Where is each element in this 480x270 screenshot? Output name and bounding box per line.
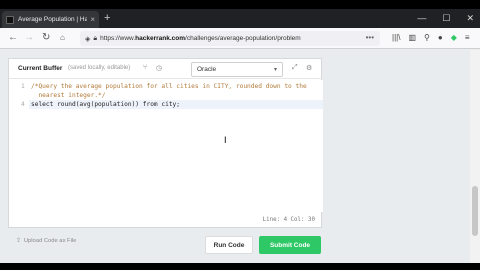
text-cursor-icon: I xyxy=(224,135,227,145)
fullscreen-icon[interactable]: ⤢ xyxy=(292,64,298,72)
shield-icon[interactable]: ◈ xyxy=(85,35,90,43)
buffer-title: Current Buffer xyxy=(18,65,63,72)
maximize-icon[interactable]: ☐ xyxy=(442,12,450,24)
page-actions-icon[interactable]: ••• xyxy=(366,33,374,42)
code-line[interactable]: nearest integer.*/ xyxy=(31,92,105,99)
line-number-gutter: 1 4 xyxy=(9,80,29,212)
forward-arrow-icon[interactable]: → xyxy=(24,32,34,44)
home-icon[interactable]: ⌂ xyxy=(60,32,65,44)
sidebar-icon[interactable]: ▥ xyxy=(408,33,416,43)
history-icon[interactable]: ◷ xyxy=(156,64,162,72)
extension-icon[interactable]: ⚲ xyxy=(424,33,430,43)
lock-icon[interactable]: 🔒︎ xyxy=(93,35,97,43)
buffer-subtitle: (saved locally, editable) xyxy=(68,65,131,71)
code-line[interactable]: select round(avg(population)) from city; xyxy=(31,101,180,108)
reload-icon[interactable]: ↻ xyxy=(42,32,50,44)
browser-toolbar: |||\ ▥ ⚲ ● ◆ ≡ xyxy=(392,33,470,43)
navigation-bar: ← → ↻ ⌂ ◈ 🔒︎ https://www.hackerrank.com/… xyxy=(0,28,480,49)
tab-close-icon[interactable]: × xyxy=(90,15,95,24)
upload-code-link[interactable]: ⇪ Upload Code as File xyxy=(16,238,76,244)
browser-window: Average Population | HackerR × + — ☐ ✕ ←… xyxy=(0,9,480,263)
cursor-position-status: Line: 4 Col: 30 xyxy=(262,217,315,223)
grammar-extension-icon[interactable]: ● xyxy=(438,33,443,43)
language-value: Oracle xyxy=(197,66,217,73)
run-code-button[interactable]: Run Code xyxy=(205,236,253,254)
tab-title: Average Population | HackerR xyxy=(18,16,88,23)
line-number: 4 xyxy=(21,101,25,108)
code-editor[interactable]: 1 4 /*Query the average population for a… xyxy=(9,80,323,212)
chevron-down-icon: ▾ xyxy=(273,67,277,73)
upload-icon: ⇪ xyxy=(16,238,21,244)
code-line[interactable]: /*Query the average population for all c… xyxy=(31,83,307,90)
language-select[interactable]: Oracle ▾ xyxy=(191,62,283,77)
submit-code-button[interactable]: Submit Code xyxy=(259,236,321,254)
tab-bar: Average Population | HackerR × + — ☐ ✕ xyxy=(0,9,480,28)
editor-header: Current Buffer (saved locally, editable)… xyxy=(9,59,323,79)
adblock-shield-icon[interactable]: ◆ xyxy=(451,33,457,43)
line-number: 1 xyxy=(21,83,25,90)
window-controls: — ☐ ✕ xyxy=(417,12,474,24)
new-tab-button[interactable]: + xyxy=(104,11,110,25)
hackerrank-favicon-icon xyxy=(6,15,14,24)
tab-average-population[interactable]: Average Population | HackerR × xyxy=(2,11,99,28)
scrollbar-thumb[interactable] xyxy=(472,186,478,236)
url-text[interactable]: https://www.hackerrank.com/challenges/av… xyxy=(100,35,301,42)
settings-gear-icon[interactable]: ⚙ xyxy=(306,64,312,72)
branch-icon[interactable]: ⑂ xyxy=(143,64,147,71)
address-bar[interactable]: ◈ 🔒︎ https://www.hackerrank.com/challeng… xyxy=(80,31,380,46)
back-arrow-icon[interactable]: ← xyxy=(8,32,18,44)
menu-icon[interactable]: ≡ xyxy=(465,33,470,43)
page-content: Current Buffer (saved locally, editable)… xyxy=(0,50,480,263)
close-window-icon[interactable]: ✕ xyxy=(466,12,474,24)
library-icon[interactable]: |||\ xyxy=(392,33,400,43)
upload-label: Upload Code as File xyxy=(23,238,77,244)
minimize-icon[interactable]: — xyxy=(417,12,426,24)
code-editor-panel: Current Buffer (saved locally, editable)… xyxy=(8,58,323,228)
